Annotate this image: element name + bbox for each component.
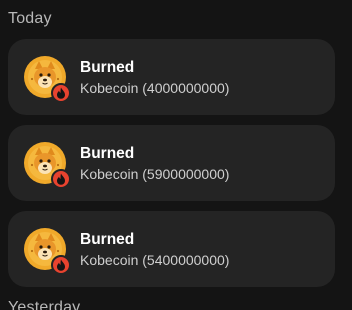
fire-icon — [57, 173, 65, 185]
transaction-card[interactable]: Burned Kobecoin (5900000000) — [8, 125, 335, 201]
transaction-title: Burned — [80, 59, 135, 76]
token-avatar — [24, 142, 71, 189]
transaction-history: Today Burned Kobecoin (4000000000) Burne… — [0, 0, 352, 310]
fire-icon — [57, 259, 65, 271]
token-avatar — [24, 56, 71, 103]
transaction-subtitle: Kobecoin (5900000000) — [80, 166, 230, 182]
transaction-subtitle: Kobecoin (4000000000) — [80, 80, 230, 96]
fire-icon — [57, 87, 65, 99]
token-avatar — [24, 228, 71, 275]
burn-badge — [51, 169, 71, 189]
transaction-subtitle: Kobecoin (5400000000) — [80, 252, 230, 268]
burn-badge — [51, 255, 71, 275]
section-title-today: Today — [8, 10, 52, 27]
section-title-yesterday: Yesterday — [8, 299, 81, 310]
transaction-card[interactable]: Burned Kobecoin (4000000000) — [8, 39, 335, 115]
transaction-card[interactable]: Burned Kobecoin (5400000000) — [8, 211, 335, 287]
transaction-title: Burned — [80, 145, 135, 162]
burn-badge — [51, 83, 71, 103]
transaction-title: Burned — [80, 231, 135, 248]
